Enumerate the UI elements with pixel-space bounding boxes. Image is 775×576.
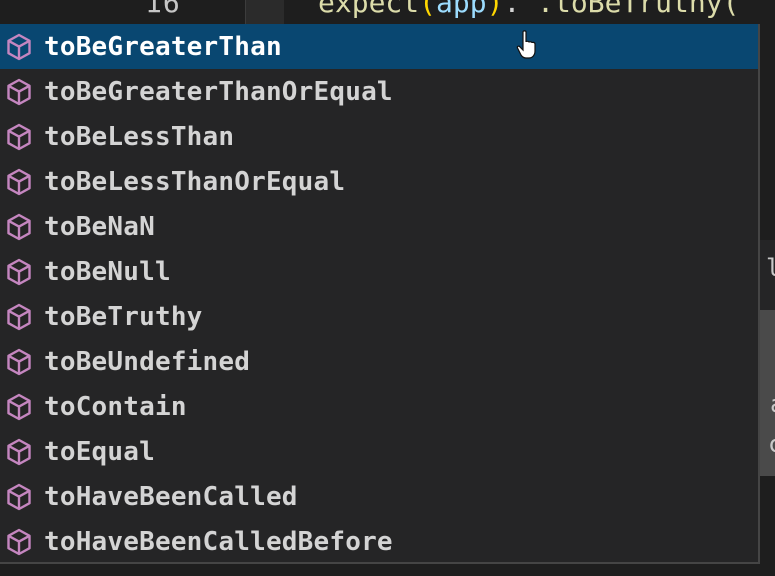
suggest-item-label: toBeLessThanOrEqual: [44, 166, 346, 197]
suggest-widget[interactable]: toBeGreaterThan toBeGreaterThanOrEqual toB…: [0, 24, 760, 564]
code-arg: app: [436, 0, 487, 19]
method-cube-icon: [2, 474, 36, 519]
suggest-item-label: toHaveBeenCalled: [44, 481, 298, 512]
hand-pointer-cursor-icon: [516, 30, 536, 59]
method-cube-icon: [2, 519, 36, 564]
suggest-item-label: toBeTruthy: [44, 301, 203, 332]
suggest-item[interactable]: toBeGreaterThanOrEqual: [0, 69, 758, 114]
suggest-item[interactable]: toEqual: [0, 429, 758, 474]
suggest-item[interactable]: toHaveBeenCalledBefore: [0, 519, 758, 564]
suggest-item-label: toHaveBeenCalledBefore: [44, 526, 393, 557]
gutter: 16: [0, 0, 245, 24]
method-cube-icon: [2, 204, 36, 249]
suggest-item-label: toBeNull: [44, 256, 171, 287]
method-cube-icon: [2, 339, 36, 384]
method-cube-icon: [2, 249, 36, 294]
suggest-item[interactable]: toBeLessThanOrEqual: [0, 159, 758, 204]
method-cube-icon: [2, 429, 36, 474]
suggest-item[interactable]: toBeGreaterThan: [0, 24, 758, 69]
method-cube-icon: [2, 24, 36, 69]
code-dot: .: [503, 0, 538, 19]
method-cube-icon: [2, 69, 36, 114]
suggest-item[interactable]: toHaveBeenCalled: [0, 474, 758, 519]
suggest-item-label: toBeUndefined: [44, 346, 251, 377]
glyph-margin: [245, 0, 284, 24]
peek-char-1: l: [766, 254, 775, 282]
suggest-item[interactable]: toBeLessThan: [0, 114, 758, 159]
suggest-item-label: toContain: [44, 391, 187, 422]
suggest-item[interactable]: toBeNull: [0, 249, 758, 294]
code-close-paren: ): [486, 0, 504, 19]
code-fn: expect: [318, 0, 420, 19]
suggest-item-label: toEqual: [44, 436, 155, 467]
method-cube-icon: [2, 159, 36, 204]
method-cube-icon: [2, 294, 36, 339]
suggest-item-label: toBeLessThan: [44, 121, 235, 152]
method-cube-icon: [2, 384, 36, 429]
code-line[interactable]: expect(app). .toBeTruthy(: [318, 0, 739, 19]
suggest-item-label: toBeNaN: [44, 211, 155, 242]
suggest-item[interactable]: toBeTruthy: [0, 294, 758, 339]
method-cube-icon: [2, 114, 36, 159]
suggest-item[interactable]: toContain: [0, 384, 758, 429]
suggest-item-label: toBeGreaterThanOrEqual: [44, 76, 393, 107]
suggest-item[interactable]: toBeNaN: [0, 204, 758, 249]
code-open-paren: (: [419, 0, 437, 19]
suggest-item-label: toBeGreaterThan: [44, 31, 282, 62]
line-number: 16: [145, 0, 181, 19]
peek-char-3: c: [768, 430, 775, 458]
suggest-item[interactable]: toBeUndefined: [0, 339, 758, 384]
error-squiggle: [555, 14, 569, 20]
peek-char-2: a: [770, 390, 775, 418]
